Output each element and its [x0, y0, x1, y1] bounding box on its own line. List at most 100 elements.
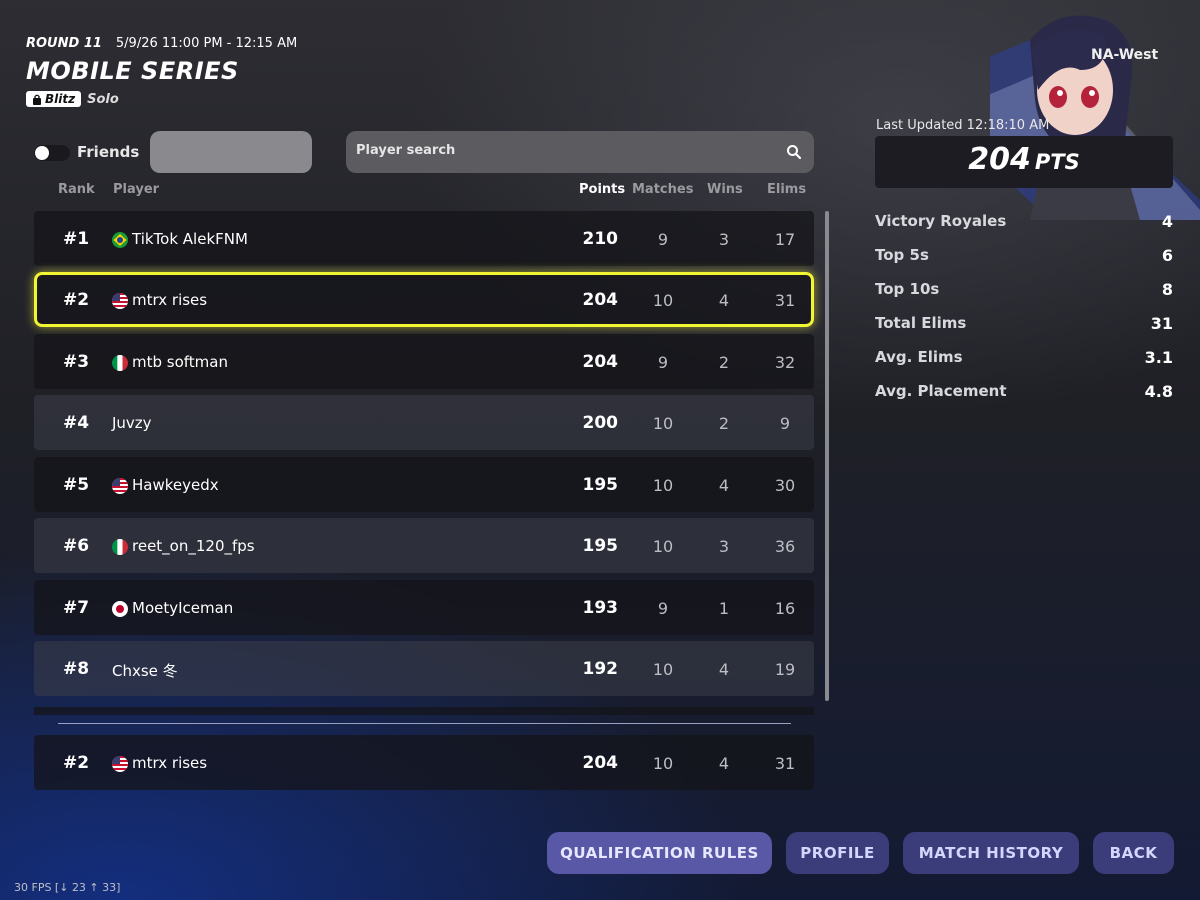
back-button[interactable]: BACK — [1093, 832, 1174, 874]
round-label: ROUND 11 — [26, 36, 102, 51]
stat-total-elims: Total Elims 31 — [875, 314, 1173, 334]
stat-value: 31 — [1150, 314, 1173, 333]
row-matches: 10 — [652, 414, 674, 433]
row-elims: 30 — [774, 476, 796, 495]
row-wins: 4 — [718, 291, 730, 310]
row-player-name: Juvzy — [112, 414, 152, 432]
row-player-name: MoetyIceman — [132, 599, 234, 617]
search-placeholder: Player search — [356, 143, 456, 158]
points-unit: PTS — [1034, 150, 1080, 174]
italy-flag-icon — [112, 539, 128, 555]
italy-flag-icon — [112, 355, 128, 371]
row-wins: 1 — [718, 599, 730, 618]
table-row-selected[interactable]: #2 mtrx rises 204 10 4 31 — [34, 272, 814, 327]
row-points: 195 — [582, 536, 619, 556]
points-value: 204 — [968, 142, 1031, 177]
friends-label: Friends — [77, 143, 140, 161]
row-rank: #8 — [63, 659, 90, 679]
row-matches: 10 — [652, 537, 674, 556]
japan-flag-icon — [112, 601, 128, 617]
brazil-flag-icon — [112, 232, 128, 248]
leaderboard-scrollbar[interactable] — [825, 211, 829, 701]
row-points: 204 — [582, 753, 619, 773]
row-elims: 31 — [774, 291, 796, 310]
table-row[interactable]: #6 reet_on_120_fps 195 10 3 36 — [34, 518, 814, 573]
filter-field[interactable] — [150, 131, 312, 173]
player-stats-panel: NA-West Last Updated 12:18:10 AM 204 PTS… — [875, 0, 1175, 420]
profile-button[interactable]: PROFILE — [786, 832, 889, 874]
last-updated: Last Updated 12:18:10 AM — [876, 118, 1050, 133]
row-player-name: mtrx rises — [132, 291, 208, 309]
column-elims[interactable]: Elims — [767, 182, 806, 197]
row-points: 210 — [582, 229, 619, 249]
row-wins: 4 — [718, 754, 730, 773]
row-elims: 36 — [774, 537, 796, 556]
event-header: ROUND 11 5/9/26 11:00 PM - 12:15 AM MOBI… — [26, 36, 297, 107]
row-points: 204 — [582, 290, 619, 310]
qualification-rules-button[interactable]: QUALIFICATION RULES — [547, 832, 772, 874]
stat-value: 3.1 — [1144, 348, 1173, 367]
row-player-name: mtrx rises — [132, 754, 208, 772]
row-points: 192 — [582, 659, 619, 679]
toggle-knob — [35, 146, 49, 160]
stat-avg-placement: Avg. Placement 4.8 — [875, 382, 1173, 402]
row-matches: 9 — [657, 230, 669, 249]
usa-flag-icon — [112, 756, 128, 772]
row-player-name: mtb softman — [132, 353, 228, 371]
table-row-partial — [34, 707, 814, 715]
row-elims: 9 — [779, 414, 791, 433]
mode-badge: Blitz — [26, 91, 82, 107]
column-matches[interactable]: Matches — [632, 182, 693, 197]
table-row[interactable]: #4 Juvzy 200 10 2 9 — [34, 395, 814, 450]
my-rank-row[interactable]: #2 mtrx rises 204 10 4 31 — [34, 735, 814, 790]
row-points: 200 — [582, 413, 619, 433]
match-history-button[interactable]: MATCH HISTORY — [903, 832, 1079, 874]
column-points[interactable]: Points — [579, 182, 625, 197]
row-points: 204 — [582, 352, 619, 372]
row-wins: 3 — [718, 230, 730, 249]
table-row[interactable]: #5 Hawkeyedx 195 10 4 30 — [34, 457, 814, 512]
friends-toggle[interactable] — [34, 145, 70, 161]
row-matches: 10 — [652, 291, 674, 310]
stat-value: 4.8 — [1144, 382, 1173, 401]
row-rank: #3 — [63, 352, 90, 372]
table-row[interactable]: #1 TikTok AlekFNM 210 9 3 17 — [34, 211, 814, 266]
row-matches: 10 — [652, 476, 674, 495]
table-row[interactable]: #8 Chxse 冬 192 10 4 19 — [34, 641, 814, 696]
player-search-input[interactable]: Player search — [346, 131, 814, 173]
search-icon[interactable] — [786, 144, 802, 160]
mode-label: Solo — [87, 91, 119, 107]
column-wins[interactable]: Wins — [707, 182, 743, 197]
row-wins: 4 — [718, 476, 730, 495]
stat-label: Top 5s — [875, 246, 929, 264]
row-wins: 3 — [718, 537, 730, 556]
usa-flag-icon — [112, 293, 128, 309]
row-player-name: Chxse 冬 — [112, 662, 178, 680]
table-row[interactable]: #3 mtb softman 204 9 2 32 — [34, 334, 814, 389]
column-headers: Rank Player Points Matches Wins Elims — [34, 182, 814, 198]
stat-label: Avg. Placement — [875, 382, 1007, 400]
row-matches: 9 — [657, 599, 669, 618]
event-time: 5/9/26 11:00 PM - 12:15 AM — [115, 36, 298, 51]
stat-value: 4 — [1161, 212, 1173, 231]
stat-top-10s: Top 10s 8 — [875, 280, 1173, 300]
row-rank: #2 — [63, 290, 90, 310]
points-total: 204 PTS — [875, 136, 1173, 188]
row-wins: 2 — [718, 353, 730, 372]
row-wins: 4 — [718, 660, 730, 679]
row-points: 193 — [582, 598, 619, 618]
table-row[interactable]: #7 MoetyIceman 193 9 1 16 — [34, 580, 814, 635]
stat-label: Total Elims — [875, 314, 967, 332]
stat-value: 6 — [1161, 246, 1173, 265]
row-elims: 31 — [774, 754, 796, 773]
stat-top-5s: Top 5s 6 — [875, 246, 1173, 266]
mode-badge-label: Blitz — [45, 92, 76, 106]
row-elims: 32 — [774, 353, 796, 372]
stat-avg-elims: Avg. Elims 3.1 — [875, 348, 1173, 368]
column-rank: Rank — [58, 182, 95, 197]
lock-icon — [33, 94, 41, 105]
row-rank: #1 — [63, 229, 90, 249]
column-player: Player — [113, 182, 160, 197]
row-matches: 10 — [652, 660, 674, 679]
leaderboard-controls: Friends Player search — [30, 131, 815, 173]
